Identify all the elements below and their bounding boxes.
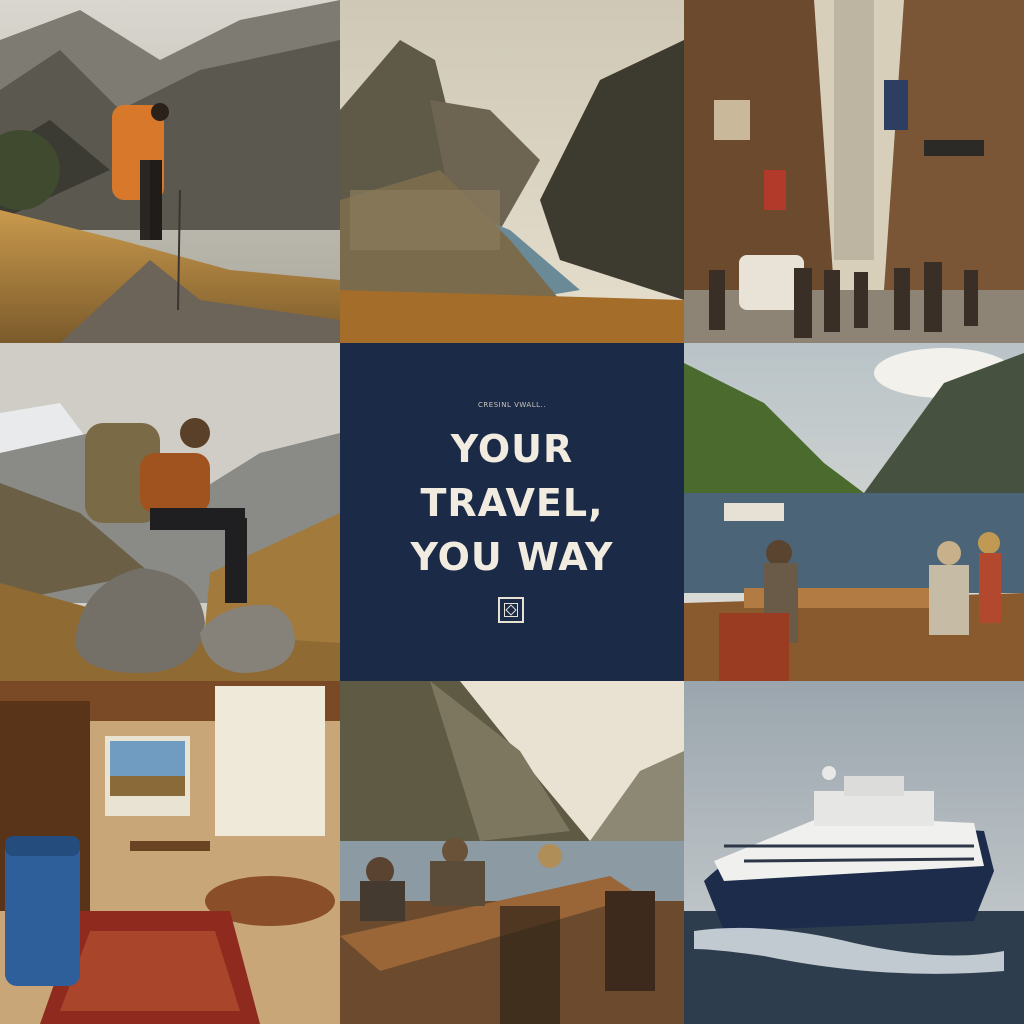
headline-line-1: YOUR xyxy=(450,427,574,471)
photo-cruise-ship xyxy=(684,681,1024,1024)
photo-hiker-mountain-trail xyxy=(0,0,340,343)
kicker-text: CRESINL VWALL.. xyxy=(478,401,546,409)
photo-machu-picchu-river xyxy=(340,0,684,343)
photo-lakeside-dining xyxy=(684,343,1024,681)
photo-backpacker-on-rock xyxy=(0,343,340,681)
headline-panel: CRESINL VWALL.. YOUR TRAVEL, YOU WAY xyxy=(340,343,684,681)
travel-collage: CRESINL VWALL.. YOUR TRAVEL, YOU WAY xyxy=(0,0,1024,1024)
headline-line-3: YOU WAY xyxy=(410,535,614,579)
photo-fjord-table xyxy=(340,681,684,1024)
photo-city-street xyxy=(684,0,1024,343)
logo-mark-icon xyxy=(498,597,524,623)
photo-hotel-room xyxy=(0,681,340,1024)
headline-line-2: TRAVEL, xyxy=(420,481,604,525)
headline: YOUR TRAVEL, YOU WAY xyxy=(410,422,613,584)
